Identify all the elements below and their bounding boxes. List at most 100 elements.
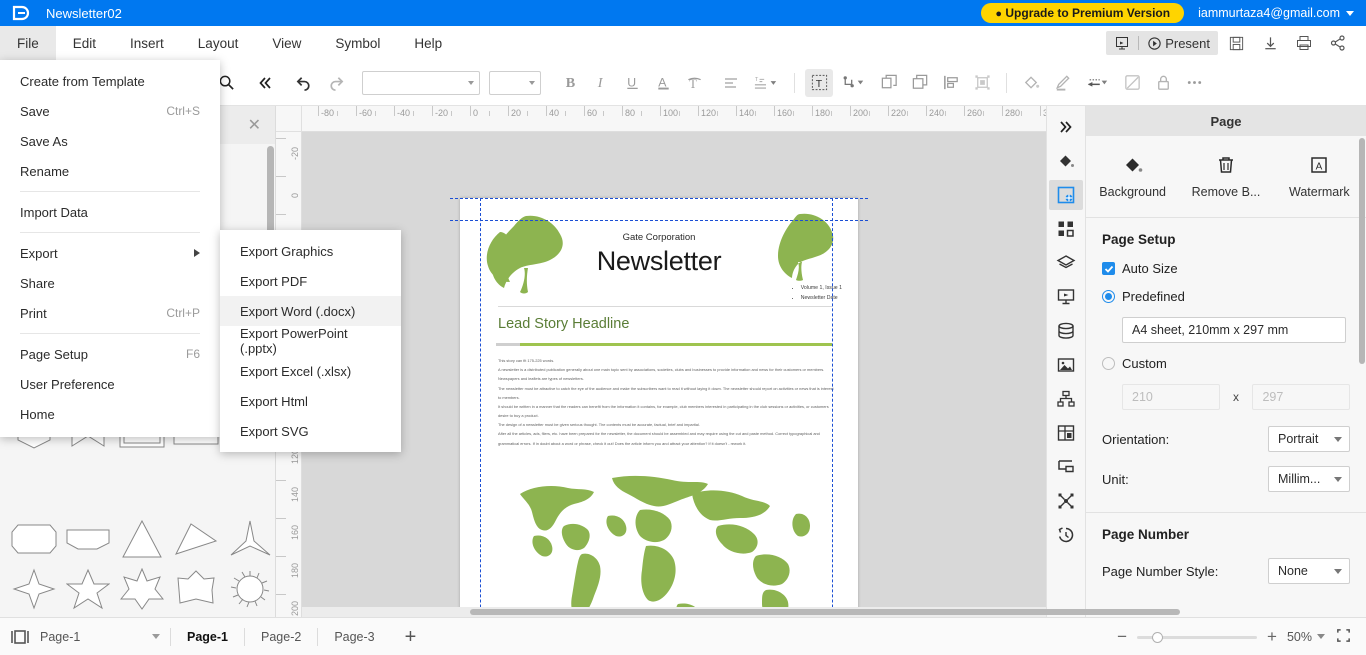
upgrade-to-premium-button[interactable]: ● Upgrade to Premium Version <box>981 3 1185 23</box>
menu-export-powerpoint[interactable]: Export PowerPoint (.pptx) <box>220 326 401 356</box>
menu-print[interactable]: Print Ctrl+P <box>0 298 220 328</box>
image-icon[interactable] <box>1049 350 1083 380</box>
scrollbar-thumb[interactable] <box>470 609 1180 615</box>
italic-button[interactable]: I <box>587 69 615 97</box>
shape-library-icon[interactable] <box>1049 214 1083 244</box>
fill-color-button[interactable] <box>1017 69 1045 97</box>
page-tab-2[interactable]: Page-2 <box>245 630 317 644</box>
database-icon[interactable] <box>1049 316 1083 346</box>
menu-layout[interactable]: Layout <box>181 26 256 60</box>
menu-rename[interactable]: Rename <box>0 156 220 186</box>
group-button[interactable] <box>875 69 903 97</box>
line-arrow-button[interactable] <box>1079 69 1115 97</box>
predefined-radio[interactable] <box>1102 290 1115 303</box>
download-icon[interactable] <box>1254 30 1286 56</box>
layers-icon[interactable] <box>1049 248 1083 278</box>
print-icon[interactable] <box>1288 30 1320 56</box>
zoom-in-button[interactable]: + <box>1267 628 1277 645</box>
menu-save-as[interactable]: Save As <box>0 126 220 156</box>
orientation-select[interactable]: Portrait <box>1268 426 1350 452</box>
redo-icon[interactable] <box>321 69 349 97</box>
line-spacing-button[interactable]: T <box>748 69 784 97</box>
font-color-button[interactable]: A <box>649 69 677 97</box>
menu-export-svg[interactable]: Export SVG <box>220 416 401 446</box>
shape-octagon-rect[interactable] <box>8 516 60 562</box>
menu-export-pdf[interactable]: Export PDF <box>220 266 401 296</box>
custom-width-input[interactable]: 210 <box>1122 384 1220 410</box>
history-icon[interactable] <box>1049 520 1083 550</box>
font-size-select[interactable] <box>489 70 541 95</box>
custom-height-input[interactable]: 297 <box>1252 384 1351 410</box>
bold-button[interactable]: B <box>556 69 584 97</box>
auto-size-checkbox[interactable] <box>1102 262 1115 275</box>
shape-5-point-star[interactable] <box>62 566 114 612</box>
menu-create-from-template[interactable]: Create from Template <box>0 66 220 96</box>
menu-import-data[interactable]: Import Data <box>0 197 220 227</box>
shape-6-point-star[interactable] <box>116 566 168 612</box>
zoom-level-select[interactable]: 50% <box>1287 630 1325 644</box>
org-chart-icon[interactable] <box>1049 384 1083 414</box>
undo-icon[interactable] <box>290 69 318 97</box>
more-options-icon[interactable] <box>1180 69 1208 97</box>
panel-scrollbar[interactable] <box>1359 138 1365 364</box>
menu-view[interactable]: View <box>255 26 318 60</box>
unit-select[interactable]: Millim... <box>1268 466 1350 492</box>
menu-export[interactable]: Export <box>0 238 220 268</box>
menu-page-setup[interactable]: Page Setup F6 <box>0 339 220 369</box>
mindmap-icon[interactable] <box>1049 486 1083 516</box>
align-objects-button[interactable] <box>937 69 965 97</box>
shape-right-triangle[interactable] <box>170 516 222 562</box>
table-icon[interactable] <box>1049 418 1083 448</box>
menu-edit[interactable]: Edit <box>56 26 113 60</box>
duplicate-button[interactable] <box>906 69 934 97</box>
watermark-button[interactable]: A Watermark <box>1273 136 1366 217</box>
underline-button[interactable]: U <box>618 69 646 97</box>
shape-starburst[interactable] <box>224 566 275 612</box>
remove-background-button[interactable]: Remove B... <box>1179 136 1272 217</box>
canvas-horizontal-scrollbar[interactable] <box>302 607 1180 617</box>
fill-icon[interactable] <box>1049 146 1083 176</box>
menu-save[interactable]: Save Ctrl+S <box>0 96 220 126</box>
zoom-out-button[interactable]: − <box>1117 628 1127 645</box>
outline-icon[interactable] <box>1049 452 1083 482</box>
save-icon[interactable] <box>1220 30 1252 56</box>
predefined-size-select[interactable]: A4 sheet, 210mm x 297 mm <box>1122 317 1346 343</box>
page-view-icon[interactable] <box>0 629 40 645</box>
shape-three-point-star[interactable] <box>224 516 275 562</box>
font-family-select[interactable] <box>362 70 480 95</box>
shape-7-point-star[interactable] <box>170 566 222 612</box>
shape-4-point-star[interactable] <box>8 566 60 612</box>
align-left-button[interactable] <box>717 69 745 97</box>
fit-to-screen-icon[interactable] <box>1335 627 1352 647</box>
text-box-button[interactable]: T <box>805 68 833 97</box>
page-tab-1[interactable]: Page-1 <box>171 630 244 644</box>
menu-user-preference[interactable]: User Preference <box>0 369 220 399</box>
lock-icon[interactable] <box>1149 69 1177 97</box>
menu-symbol[interactable]: Symbol <box>318 26 397 60</box>
menu-export-html[interactable]: Export Html <box>220 386 401 416</box>
presentation-mode-button[interactable] <box>1106 31 1138 55</box>
menu-export-graphics[interactable]: Export Graphics <box>220 236 401 266</box>
page-sheet[interactable]: Gate Corporation Newsletter Volume 1, Is… <box>460 198 858 617</box>
menu-insert[interactable]: Insert <box>113 26 181 60</box>
shape-triangle[interactable] <box>116 516 168 562</box>
connector-button[interactable] <box>836 69 872 97</box>
menu-help[interactable]: Help <box>397 26 459 60</box>
page-number-style-select[interactable]: None <box>1268 558 1350 584</box>
presentation-icon[interactable] <box>1049 282 1083 312</box>
shape-flag[interactable] <box>62 516 114 562</box>
menu-home[interactable]: Home <box>0 399 220 429</box>
expand-right-icon[interactable] <box>1049 112 1083 142</box>
canvas-area[interactable]: Gate Corporation Newsletter Volume 1, Is… <box>302 132 1046 617</box>
strikethrough-button[interactable]: T <box>680 69 708 97</box>
present-button[interactable]: Present <box>1139 31 1218 55</box>
crop-button[interactable] <box>1118 69 1146 97</box>
distribute-button[interactable] <box>968 69 996 97</box>
zoom-slider[interactable] <box>1137 630 1258 644</box>
page-tab-3[interactable]: Page-3 <box>318 630 390 644</box>
line-color-button[interactable] <box>1048 69 1076 97</box>
menu-export-word[interactable]: Export Word (.docx) <box>220 296 401 326</box>
share-icon[interactable] <box>1322 30 1354 56</box>
menu-export-excel[interactable]: Export Excel (.xlsx) <box>220 356 401 386</box>
account-menu[interactable]: iammurtaza4@gmail.com <box>1198 6 1354 20</box>
